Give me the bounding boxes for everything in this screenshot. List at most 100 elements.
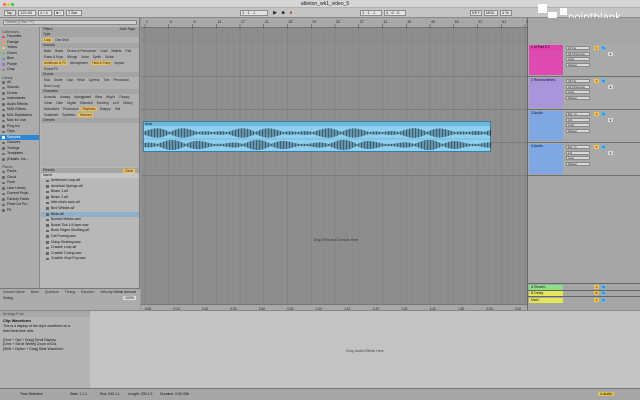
solo-button[interactable]: S bbox=[601, 291, 606, 295]
place-item[interactable]: P8 bbox=[0, 208, 39, 214]
tag-chip[interactable]: Cymbal bbox=[88, 78, 101, 82]
return-track-header[interactable]: B Delay B S bbox=[528, 289, 640, 296]
groove-column-header[interactable]: Velocity bbox=[100, 290, 112, 294]
groove-row[interactable]: Swing bbox=[0, 295, 140, 301]
arm-button[interactable]: ● bbox=[608, 85, 613, 89]
loop-start-field[interactable]: 1 . 1 . 1 bbox=[360, 10, 382, 16]
track-monitor-menu[interactable]: Auto bbox=[566, 57, 590, 61]
global-amount-field[interactable]: 100% bbox=[123, 296, 136, 300]
solo-button[interactable]: S bbox=[601, 46, 606, 50]
tag-chip[interactable]: Strings bbox=[66, 55, 78, 59]
track-header[interactable]: 3 Audio Ext. In 1/2 Auto Master 3 S ● bbox=[528, 110, 640, 143]
groove-column-header[interactable]: Base bbox=[31, 290, 39, 294]
arrangement-drop-zone[interactable]: Drop Files and Devices Here bbox=[261, 238, 411, 242]
solo-button[interactable]: S bbox=[601, 145, 606, 149]
browser-search-input[interactable]: Search (Cmd + F) bbox=[3, 20, 137, 25]
track-header[interactable]: 4 Audio Ext. In 1/2 Auto Master 4 S ● bbox=[528, 143, 640, 176]
result-item[interactable]: Crackle Vinyl Pop.wav bbox=[41, 256, 139, 262]
tag-chip[interactable]: Digital bbox=[66, 101, 77, 105]
tag-chip[interactable]: Textured bbox=[78, 113, 93, 117]
tag-chip[interactable]: One Shot bbox=[54, 38, 69, 42]
groove-column-header[interactable]: Groove Name bbox=[3, 290, 25, 294]
arrangement-position-field[interactable]: 1 . 1 . 1 bbox=[240, 10, 268, 16]
tag-chip[interactable]: Dark bbox=[55, 101, 64, 105]
track-monitor-menu[interactable]: Auto bbox=[566, 156, 590, 160]
auto-tags-toggle[interactable]: Auto Tags bbox=[119, 27, 135, 32]
tag-chip[interactable]: Lead bbox=[99, 49, 108, 53]
tag-chip[interactable]: Guitar bbox=[104, 55, 115, 59]
solo-button[interactable]: S bbox=[601, 297, 606, 302]
solo-button[interactable]: S bbox=[601, 112, 606, 116]
track-input-menu[interactable]: All Ins bbox=[566, 79, 590, 83]
tag-chip[interactable]: Piano & Keys bbox=[43, 55, 64, 59]
zoom-window-button[interactable] bbox=[11, 3, 14, 6]
tag-chip[interactable]: Lo-fi bbox=[112, 101, 120, 105]
tag-chip[interactable]: Sustained bbox=[43, 113, 59, 117]
stop-icon[interactable]: ■ bbox=[280, 10, 286, 16]
time-signature-field[interactable]: 4 / 4 bbox=[38, 10, 52, 16]
tag-chip[interactable]: Synth bbox=[92, 55, 102, 59]
groove-column-header[interactable]: Quantize bbox=[45, 290, 59, 294]
tag-chip[interactable]: Synthetic bbox=[61, 113, 76, 117]
tempo-field[interactable]: 120.00 bbox=[18, 10, 36, 16]
track-header[interactable]: 2 Reconchimes All Ins All Channels Auto Mast… bbox=[528, 77, 640, 110]
tag-chip[interactable]: Snappy bbox=[99, 107, 112, 111]
tag-chip[interactable]: Pad bbox=[125, 49, 133, 53]
tag-chip[interactable]: Kick bbox=[43, 78, 51, 82]
track-output-menu[interactable]: Master bbox=[566, 62, 590, 67]
audio-clip[interactable]: Birds bbox=[143, 121, 492, 152]
filters-label[interactable]: Filters bbox=[43, 27, 53, 31]
track-number-button[interactable]: 4 bbox=[594, 145, 599, 149]
close-window-button[interactable] bbox=[3, 3, 6, 6]
track-output-menu[interactable]: Master bbox=[566, 128, 590, 133]
tag-chip[interactable]: Sound FX bbox=[43, 67, 59, 71]
tag-chip[interactable]: Analog bbox=[59, 95, 71, 99]
return-track-name[interactable]: Main bbox=[529, 297, 563, 303]
return-letter-button[interactable]: A bbox=[594, 284, 599, 289]
tag-chip[interactable]: Bass bbox=[43, 49, 52, 53]
tag-chip[interactable]: Drum Loop bbox=[43, 84, 61, 88]
groove-column-header[interactable]: Timing bbox=[65, 290, 75, 294]
tag-chip[interactable]: Clap bbox=[66, 78, 75, 82]
tag-chip[interactable]: Soft bbox=[114, 107, 122, 111]
tag-chip[interactable]: Modulated bbox=[43, 107, 60, 111]
tag-chip[interactable]: Acoustic bbox=[43, 95, 57, 99]
track-monitor-menu[interactable]: Auto bbox=[566, 123, 590, 127]
tag-chip[interactable]: Impact bbox=[113, 61, 125, 65]
arm-button[interactable]: ● bbox=[608, 52, 613, 56]
record-icon[interactable]: ● bbox=[288, 10, 294, 16]
solo-button[interactable]: S bbox=[601, 79, 606, 83]
arm-button[interactable]: ● bbox=[608, 118, 613, 122]
tag-chip[interactable]: Arpeggiated bbox=[73, 95, 92, 99]
midi-map-button[interactable]: MIDI bbox=[484, 10, 498, 16]
track-channel-menu[interactable]: All Channels bbox=[566, 51, 590, 56]
play-icon[interactable]: ▶ bbox=[272, 10, 278, 16]
track-number-button[interactable]: 2 bbox=[594, 79, 599, 83]
tag-chip[interactable]: Drums & Percussion bbox=[66, 49, 97, 53]
tag-chip[interactable]: Distorted bbox=[79, 101, 94, 105]
quantize-menu[interactable]: 1 Bar bbox=[66, 10, 82, 16]
track-input-menu[interactable]: Ext. In bbox=[566, 145, 590, 149]
loop-length-field[interactable]: 4 . 0 . 0 bbox=[384, 10, 406, 16]
track-header[interactable]: 1 Id Pad 0 1 All Ins All Channels Auto Maste… bbox=[528, 44, 640, 77]
track-output-menu[interactable]: Master bbox=[566, 161, 590, 166]
groove-column-header[interactable]: Random bbox=[81, 290, 94, 294]
tag-chip[interactable]: Percussive bbox=[62, 107, 80, 111]
tag-chip[interactable]: Mallets bbox=[110, 49, 122, 53]
tag-chip[interactable]: Atmospheric bbox=[69, 61, 89, 65]
solo-button[interactable]: S bbox=[601, 284, 606, 289]
device-drop-zone[interactable]: Drop Audio Effects Here bbox=[290, 349, 440, 353]
minimize-window-button[interactable] bbox=[7, 3, 10, 6]
track-output-menu[interactable]: Master bbox=[566, 95, 590, 100]
return-track-header[interactable]: Main 0 S bbox=[528, 296, 640, 303]
tag-chip[interactable]: Field & Foley bbox=[90, 61, 112, 65]
tag-chip[interactable]: Evolving bbox=[96, 101, 110, 105]
track-input-menu[interactable]: All Ins bbox=[566, 46, 590, 50]
key-map-button[interactable]: KEY bbox=[470, 10, 482, 16]
tag-chip[interactable]: Clean bbox=[43, 101, 53, 105]
track-channel-menu[interactable]: 1/2 bbox=[566, 150, 590, 155]
track-monitor-menu[interactable]: Auto bbox=[566, 90, 590, 94]
collection-item[interactable]: Gray bbox=[0, 67, 39, 73]
beat-time-ruler[interactable]: 1591317212529333741454953576165 bbox=[141, 18, 530, 28]
tag-chip[interactable]: Choppy bbox=[118, 95, 131, 99]
